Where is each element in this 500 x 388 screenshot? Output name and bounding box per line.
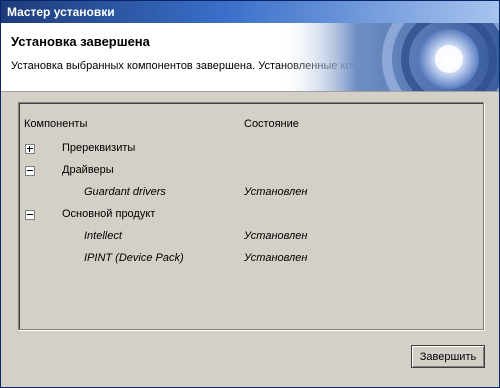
tree-row-label: Драйверы <box>62 164 114 176</box>
column-header-status: Состояние <box>244 118 299 130</box>
finish-button[interactable]: Завершить <box>411 345 485 368</box>
tree-row-label: Intellect <box>84 230 122 242</box>
status-text: Установлен <box>244 230 308 242</box>
collapse-minus-icon[interactable] <box>25 210 35 220</box>
tree-row-label: Основной продукт <box>62 208 156 220</box>
tree-row-prerequisites[interactable]: Пререквизиты <box>19 141 483 159</box>
expand-plus-icon[interactable] <box>25 144 35 154</box>
installer-window: Мастер установки Установка завершена Уст… <box>0 0 500 388</box>
window-title: Мастер установки <box>7 5 115 19</box>
header-banner-graphic <box>279 23 499 91</box>
components-panel: Компоненты Состояние Пререквизиты Драйве… <box>18 102 484 330</box>
tree-row-main-product[interactable]: Основной продукт <box>19 207 483 225</box>
tree-row-label: Пререквизиты <box>62 142 136 154</box>
status-text: Установлен <box>244 252 308 264</box>
collapse-minus-icon[interactable] <box>25 166 35 176</box>
tree-row-guardant-drivers[interactable]: Guardant drivers Установлен <box>19 185 483 203</box>
status-text: Установлен <box>244 186 308 198</box>
tree-row-ipint[interactable]: IPINT (Device Pack) Установлен <box>19 251 483 269</box>
tree-row-intellect[interactable]: Intellect Установлен <box>19 229 483 247</box>
tree-row-label: IPINT (Device Pack) <box>84 252 184 264</box>
tree-row-label: Guardant drivers <box>84 186 166 198</box>
title-bar[interactable]: Мастер установки <box>1 1 499 23</box>
wizard-header: Установка завершена Установка выбранных … <box>1 23 499 92</box>
column-header-components: Компоненты <box>24 118 88 130</box>
page-title: Установка завершена <box>11 34 150 49</box>
tree-row-drivers[interactable]: Драйверы <box>19 163 483 181</box>
